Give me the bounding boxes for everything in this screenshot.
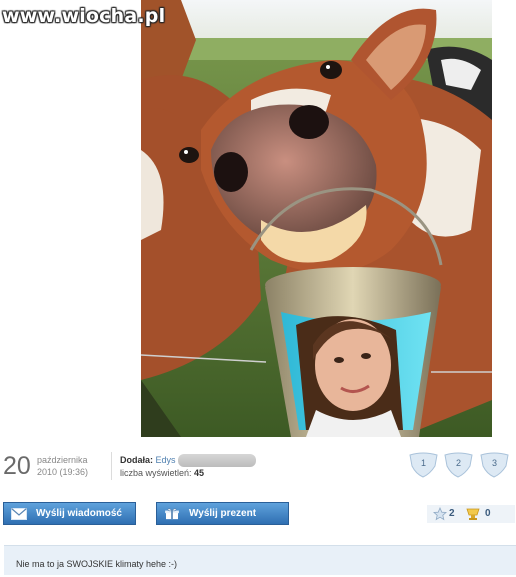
vote-2-label: 2 <box>455 458 461 468</box>
post-author-info: Dodała: Edys liczba wyświetleń: 45 <box>120 454 256 479</box>
post-day: 20 <box>3 452 31 480</box>
send-message-button[interactable]: Wyślij wiadomość <box>3 502 136 525</box>
views-label: liczba wyświetleń: <box>120 468 192 479</box>
gifts-count: 0 <box>485 508 491 519</box>
trophy-icon <box>466 508 480 520</box>
site-logo[interactable]: www.wiocha.pl <box>2 5 165 27</box>
post-month: października <box>37 455 88 465</box>
post-date: października 2010 (19:36) <box>37 454 88 478</box>
post-scores: 2 0 <box>427 505 515 523</box>
send-gift-button[interactable]: Wyślij prezent <box>156 502 289 525</box>
post-image <box>141 0 492 437</box>
vote-1-button[interactable]: 1 <box>408 452 439 478</box>
post-date-time: 2010 (19:36) <box>37 467 89 477</box>
vote-3-label: 3 <box>491 458 497 468</box>
post-meta: 20 października 2010 (19:36) Dodała: Edy… <box>0 448 516 488</box>
blurred-username <box>177 454 256 468</box>
comment-text: Nie ma to ja SWOJSKIE klimaty hehe :-) <box>16 559 178 569</box>
vote-1-label: 1 <box>420 458 426 468</box>
meta-divider <box>111 452 112 480</box>
added-by-label: Dodała: <box>120 455 154 465</box>
send-message-label: Wyślij wiadomość <box>36 508 122 519</box>
star-icon <box>433 507 447 521</box>
comment-box: Nie ma to ja SWOJSKIE klimaty hehe :-) <box>4 545 516 575</box>
views-count: 45 <box>194 468 205 479</box>
author-link[interactable]: Edys <box>156 455 176 465</box>
envelope-icon <box>11 507 27 520</box>
stars-count: 2 <box>449 508 455 519</box>
send-gift-label: Wyślij prezent <box>189 508 257 519</box>
vote-3-button[interactable]: 3 <box>479 452 510 478</box>
vote-2-button[interactable]: 2 <box>443 452 474 478</box>
gift-icon <box>165 507 179 519</box>
